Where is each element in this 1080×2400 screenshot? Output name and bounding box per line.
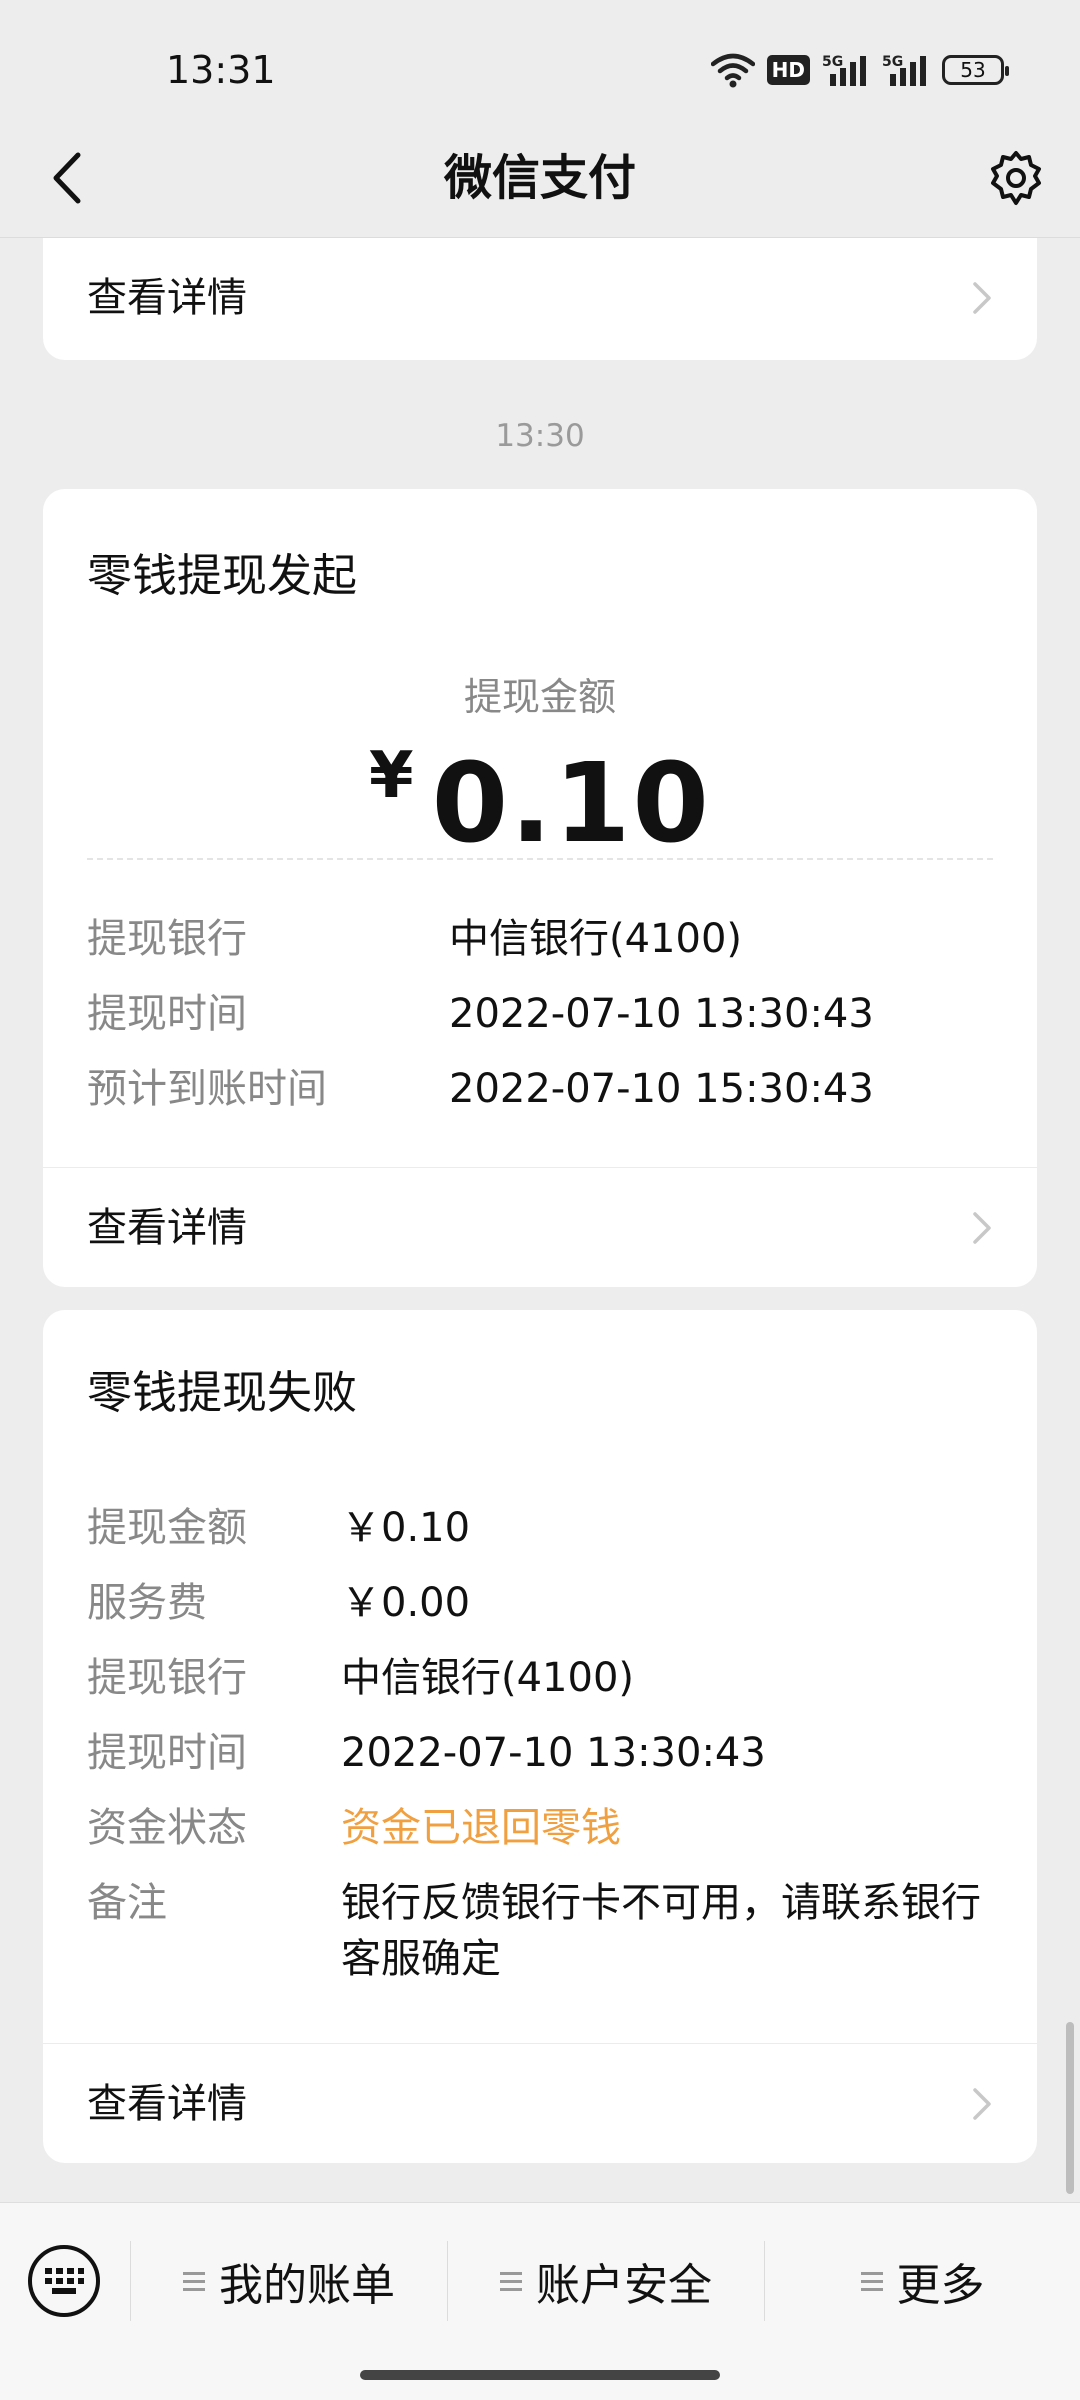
nav-bar: 微信支付 [0, 118, 1080, 238]
info-label: 服务费 [87, 1580, 207, 1626]
menu-item-account-security[interactable]: 账户安全 [448, 2231, 764, 2331]
home-indicator[interactable] [360, 2370, 720, 2380]
card-title: 零钱提现发起 [87, 549, 358, 602]
info-value: 中信银行(4100) [449, 916, 743, 962]
previous-notification-card: 查看详情 [43, 238, 1037, 360]
info-label: 提现金额 [87, 1505, 247, 1551]
amount-value: 0.10 [431, 739, 711, 867]
menu-item-more[interactable]: 更多 [765, 2231, 1080, 2331]
card-title: 零钱提现失败 [87, 1366, 358, 1419]
chevron-right-icon [973, 282, 991, 314]
view-details-row[interactable]: 查看详情 [43, 1167, 1037, 1287]
message-timestamp: 13:30 [495, 418, 585, 454]
dashed-divider [87, 858, 993, 860]
info-label: 提现时间 [87, 1730, 247, 1776]
svg-text:5G: 5G [882, 54, 903, 70]
hd-icon: HD [766, 55, 810, 85]
currency-symbol: ¥ [369, 739, 414, 813]
keyboard-icon [28, 2245, 100, 2317]
amount-caption: 提现金额 [463, 675, 616, 719]
scrollbar[interactable] [1066, 2022, 1074, 2194]
info-label: 提现银行 [87, 1655, 247, 1701]
menu-item-my-bill[interactable]: 我的账单 [131, 2231, 447, 2331]
menu-item-label: 我的账单 [219, 2260, 395, 2311]
info-label: 预计到账时间 [87, 1066, 327, 1112]
view-details-row[interactable]: 查看详情 [43, 2043, 1037, 2163]
menu-list-icon [183, 2270, 205, 2292]
info-value: 2022-07-10 15:30:43 [449, 1066, 874, 1112]
info-value: ￥0.00 [341, 1580, 471, 1626]
signal-5g-icon: 5G [822, 54, 866, 86]
menu-item-label: 更多 [896, 2260, 985, 2311]
settings-button[interactable] [978, 140, 1054, 216]
info-label: 提现时间 [87, 991, 247, 1037]
svg-text:5G: 5G [822, 54, 843, 70]
screen: 13:31 HD 5G 5G 53 微信支付 查看详情 13:30 零钱提现发起… [0, 0, 1080, 2400]
battery-icon: 53 [942, 55, 1009, 85]
wifi-icon [710, 53, 755, 88]
info-label: 提现银行 [87, 916, 247, 962]
info-label: 备注 [87, 1880, 167, 1926]
info-label: 资金状态 [87, 1805, 247, 1851]
signal-5g-icon: 5G [882, 54, 926, 86]
chevron-right-icon [973, 1212, 991, 1244]
menu-list-icon [500, 2270, 522, 2292]
fund-status-value: 资金已退回零钱 [341, 1805, 621, 1851]
info-value: 2022-07-10 13:30:43 [341, 1730, 766, 1776]
gear-icon [991, 151, 1041, 205]
withdraw-failed-card: 零钱提现失败 提现金额 ￥0.10 服务费 ￥0.00 提现银行 中信银行(41… [43, 1310, 1037, 2163]
withdraw-initiated-card: 零钱提现发起 提现金额 ¥0.10 提现银行 中信银行(4100) 提现时间 2… [43, 489, 1037, 1287]
view-details-label: 查看详情 [87, 2081, 247, 2127]
battery-level: 53 [960, 58, 986, 82]
view-details-row[interactable]: 查看详情 [43, 238, 1037, 358]
info-value: 中信银行(4100) [341, 1655, 635, 1701]
back-button[interactable] [30, 140, 106, 216]
chevron-right-icon [973, 2088, 991, 2120]
status-time: 13:31 [166, 48, 276, 92]
chevron-left-icon [53, 152, 81, 204]
view-details-label: 查看详情 [87, 275, 247, 321]
info-value: 2022-07-10 13:30:43 [449, 991, 874, 1037]
menu-item-label: 账户安全 [536, 2260, 712, 2311]
view-details-label: 查看详情 [87, 1205, 247, 1251]
info-value: ￥0.10 [341, 1505, 471, 1551]
page-title: 微信支付 [443, 150, 636, 206]
info-row-remark: 备注 银行反馈银行卡不可用，请联系银行客服确定 [87, 1875, 993, 1995]
menu-list-icon [860, 2270, 883, 2292]
keyboard-button[interactable] [22, 2239, 106, 2323]
remark-value: 银行反馈银行卡不可用，请联系银行客服确定 [341, 1880, 981, 1982]
status-icons: HD 5G 5G 53 [710, 46, 1009, 94]
withdraw-amount: ¥0.10 [43, 739, 1037, 867]
